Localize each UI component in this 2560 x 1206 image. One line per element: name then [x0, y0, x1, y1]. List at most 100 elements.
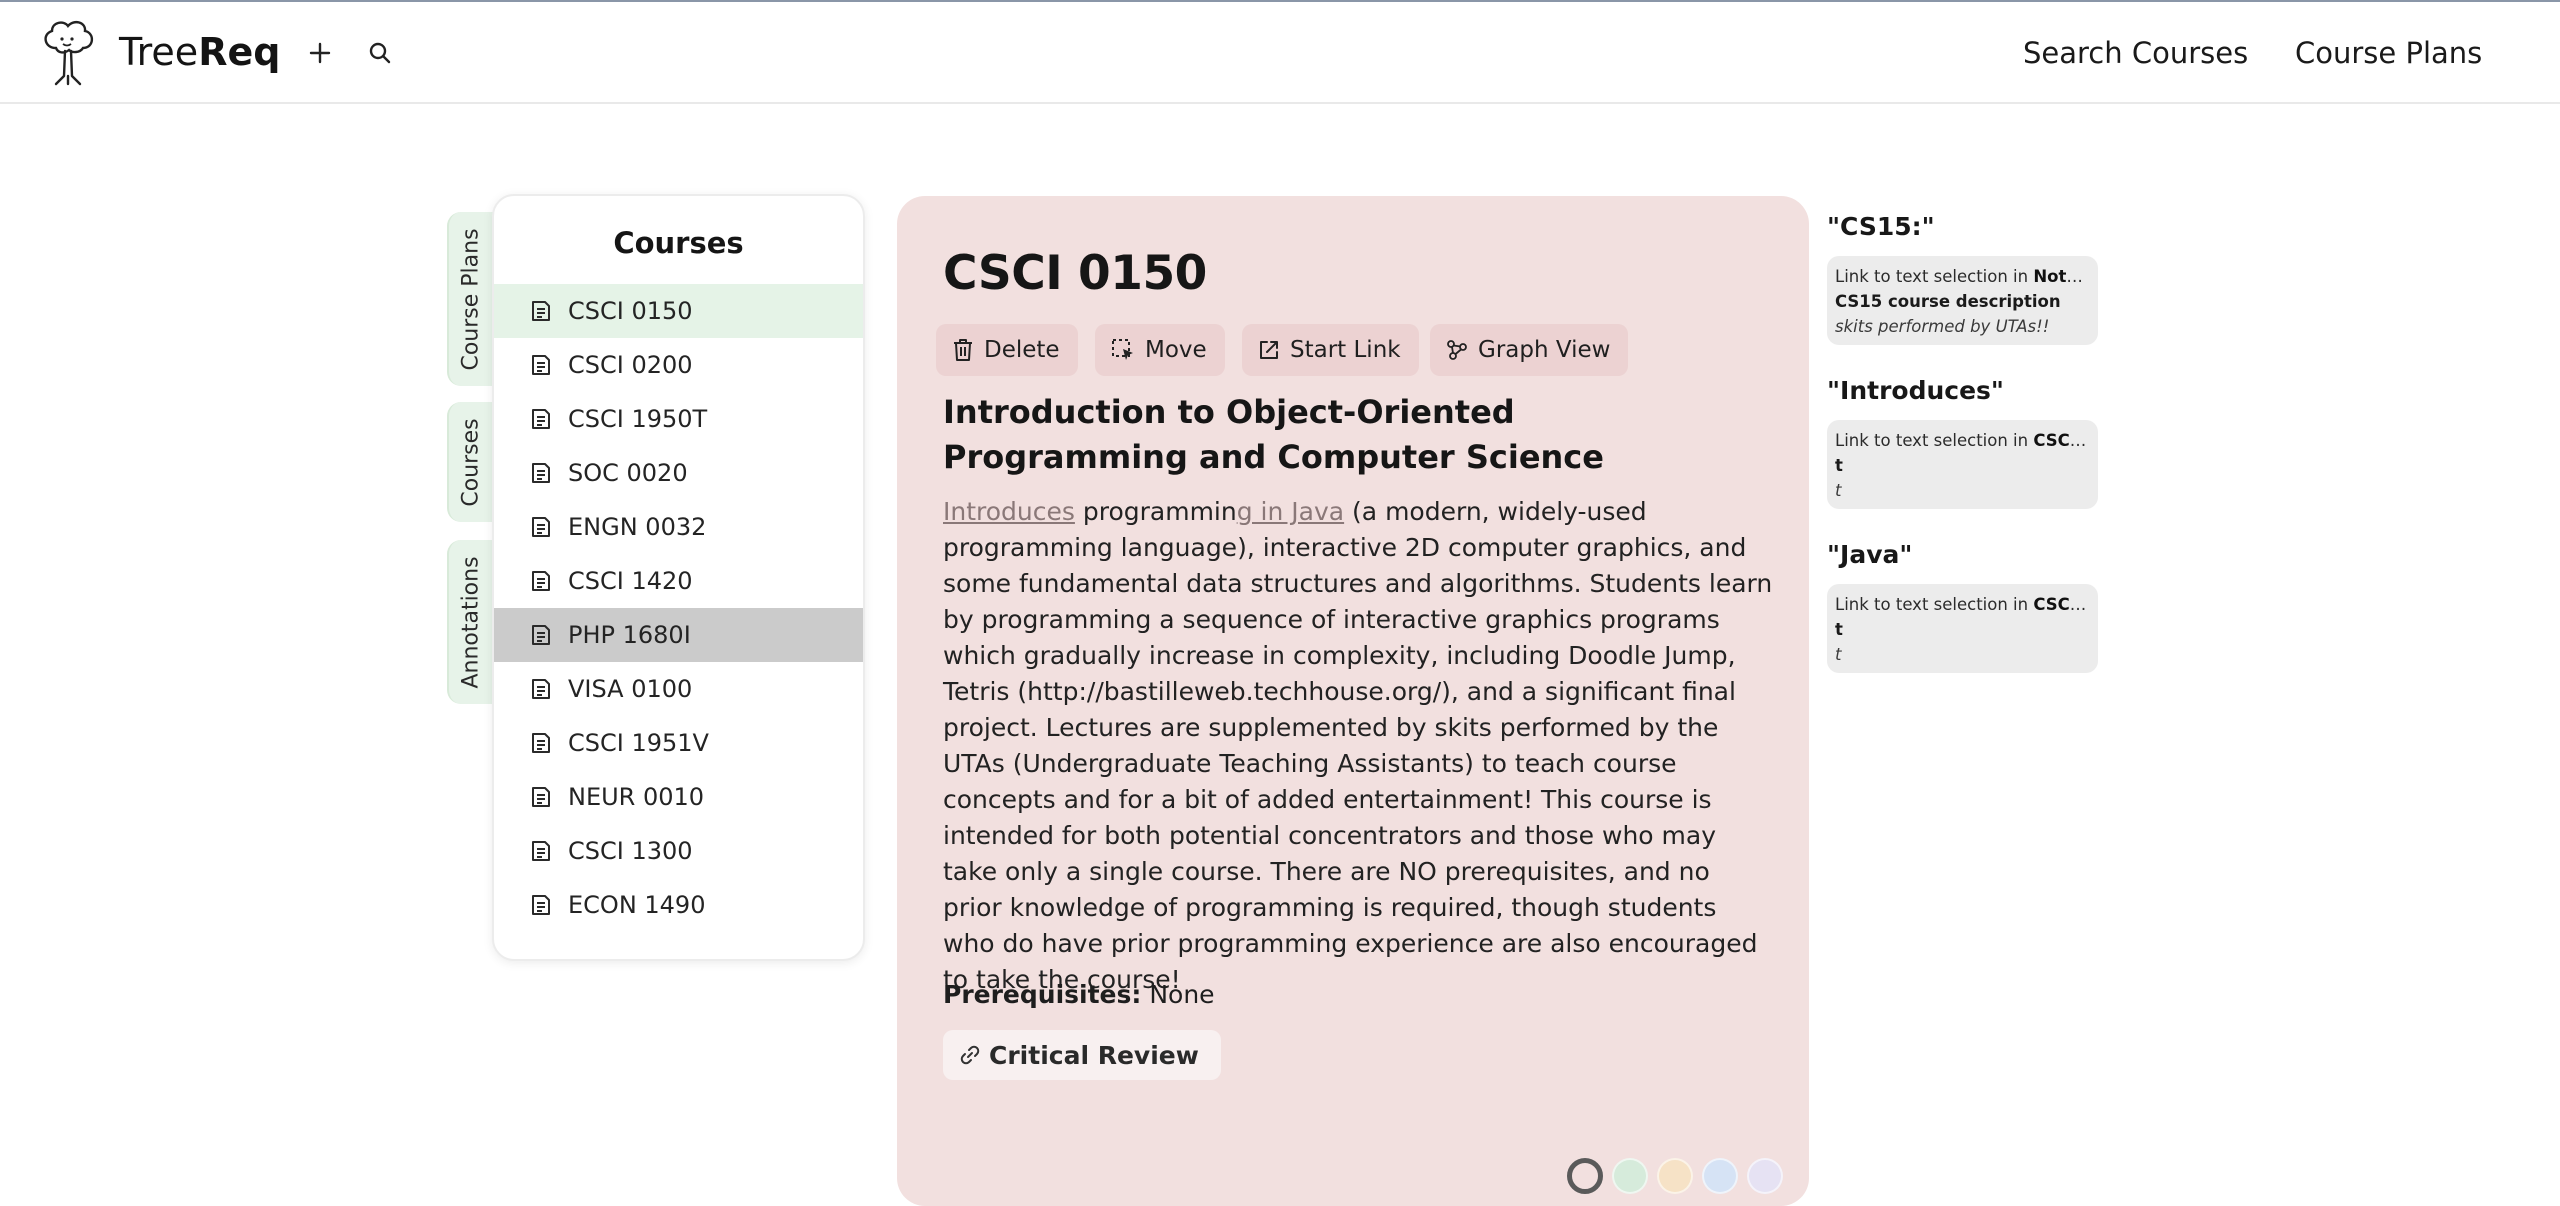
trash-icon [954, 339, 972, 361]
annotation-title: "Java" [1827, 540, 1913, 569]
document-icon [532, 517, 550, 537]
annotation-link-text: Link to text selection in Notes ... [1835, 264, 2090, 289]
add-button[interactable] [300, 33, 340, 73]
tab-course-plans[interactable]: Course Plans [447, 212, 493, 386]
course-card: CSCI 0150 Delete Move Start Link Graph V… [897, 196, 1809, 1206]
course-list-item-label: VISA 0100 [568, 675, 693, 703]
annotation-link-card[interactable]: Link to text selection in Notes ... CS15 … [1827, 256, 2098, 345]
graph-view-button[interactable]: Graph View [1430, 324, 1629, 376]
app-brand[interactable]: TreeReq [119, 28, 280, 76]
prerequisites: Prerequisites: None [943, 980, 1215, 1009]
tab-course-plans-label: Course Plans [458, 227, 484, 371]
document-icon [532, 463, 550, 483]
search-button[interactable] [360, 33, 400, 73]
document-icon [532, 841, 550, 861]
search-icon [369, 42, 391, 64]
nav-course-plans[interactable]: Course Plans [2295, 34, 2482, 72]
annotation-italic-text: skits performed by UTAs!! [1835, 317, 2050, 336]
courses-sidebar: Courses CSCI 0150 CSCI 0200 CSCI 1950T SOC … [492, 194, 865, 961]
annotation-italic-text: t [1835, 481, 1842, 500]
annotation-prefix: Link to text selection in [1835, 431, 2034, 450]
annotation-bold-text: t [1835, 456, 1843, 475]
start-link-button[interactable]: Start Link [1242, 324, 1419, 376]
annotation-title: "CS15:" [1827, 212, 1935, 241]
course-list-item-label: ENGN 0032 [568, 513, 707, 541]
color-swatch[interactable] [1657, 1158, 1693, 1194]
brand-bold: Req [198, 30, 281, 74]
desc-link-java[interactable]: g in Java [1237, 497, 1344, 526]
course-list-item-label: ECON 1490 [568, 891, 706, 919]
move-label: Move [1145, 337, 1207, 363]
course-list-item-label: CSCI 0200 [568, 351, 693, 379]
course-list-item-label: CSCI 1951V [568, 729, 709, 757]
document-icon [532, 733, 550, 753]
course-list-item[interactable]: VISA 0100 [494, 662, 863, 716]
course-list-item[interactable]: SOC 0020 [494, 446, 863, 500]
annotation-target: CSCI ... [2033, 431, 2090, 450]
course-description: Introduces programming in Java (a modern… [943, 494, 1773, 998]
annotation-target: CSCI ... [2033, 595, 2090, 614]
course-list-item[interactable]: CSCI 0150 [494, 284, 863, 338]
course-list-item[interactable]: PHP 1680I [494, 608, 863, 662]
course-code: CSCI 0150 [943, 246, 1207, 301]
course-list-item[interactable]: ENGN 0032 [494, 500, 863, 554]
link-icon [960, 1045, 980, 1065]
course-list-item-label: NEUR 0010 [568, 783, 705, 811]
desc-text-2: (a modern, widely-used programming langu… [943, 497, 1773, 994]
course-list-item[interactable]: ECON 1490 [494, 878, 863, 932]
course-list-item-label: CSCI 0150 [568, 297, 693, 325]
graph-icon [1447, 340, 1467, 360]
top-navbar: TreeReq Search Courses Course Plans [0, 2, 2560, 104]
tab-courses-label: Courses [458, 417, 484, 507]
start-link-label: Start Link [1290, 337, 1401, 363]
annotation-italic-text: t [1835, 645, 1842, 664]
tree-logo-icon[interactable] [38, 18, 98, 86]
course-list-item-label: CSCI 1420 [568, 567, 693, 595]
course-list-item[interactable]: CSCI 1950T [494, 392, 863, 446]
document-icon [532, 625, 550, 645]
course-list-item[interactable]: CSCI 1300 [494, 824, 863, 878]
color-swatch[interactable] [1612, 1158, 1648, 1194]
graph-view-label: Graph View [1478, 337, 1611, 363]
course-list-item[interactable]: CSCI 0200 [494, 338, 863, 392]
annotation-prefix: Link to text selection in [1835, 267, 2034, 286]
tab-courses[interactable]: Courses [447, 402, 493, 522]
annotation-bold-text: CS15 course description [1835, 292, 2061, 311]
annotation-link-card[interactable]: Link to text selection in CSCI ... tt [1827, 420, 2098, 509]
course-list-item[interactable]: NEUR 0010 [494, 770, 863, 824]
course-list-item-label: CSCI 1950T [568, 405, 708, 433]
desc-link-introduces[interactable]: Introduces [943, 497, 1075, 526]
document-icon [532, 571, 550, 591]
plus-icon [309, 42, 331, 64]
nav-search-courses[interactable]: Search Courses [2023, 34, 2248, 72]
color-swatch[interactable] [1567, 1158, 1603, 1194]
delete-label: Delete [984, 337, 1060, 363]
move-button[interactable]: Move [1095, 324, 1225, 376]
course-list-item-label: PHP 1680I [568, 621, 691, 649]
color-swatch[interactable] [1747, 1158, 1783, 1194]
course-list-item[interactable]: CSCI 1420 [494, 554, 863, 608]
document-icon [532, 355, 550, 375]
critical-review-button[interactable]: Critical Review [943, 1030, 1221, 1080]
sidebar-title: Courses [613, 226, 744, 260]
annotation-link-text: Link to text selection in CSCI ... [1835, 592, 2090, 617]
prereq-label: Prerequisites: [943, 980, 1142, 1009]
color-swatch[interactable] [1702, 1158, 1738, 1194]
annotation-link-text: Link to text selection in CSCI ... [1835, 428, 2090, 453]
annotation-title: "Introduces" [1827, 376, 2004, 405]
external-link-icon [1260, 341, 1278, 359]
document-icon [532, 301, 550, 321]
course-list-item-label: CSCI 1300 [568, 837, 693, 865]
document-icon [532, 409, 550, 429]
course-list-item[interactable]: CSCI 1951V [494, 716, 863, 770]
annotation-bold-text: t [1835, 620, 1843, 639]
delete-button[interactable]: Delete [936, 324, 1078, 376]
annotation-link-card[interactable]: Link to text selection in CSCI ... tt [1827, 584, 2098, 673]
tab-annotations-label: Annotations [458, 555, 484, 689]
document-icon [532, 679, 550, 699]
annotation-target: Notes ... [2033, 267, 2090, 286]
course-list: CSCI 0150 CSCI 0200 CSCI 1950T SOC 0020 ENGN… [494, 284, 863, 932]
tab-annotations[interactable]: Annotations [447, 540, 493, 704]
document-icon [532, 787, 550, 807]
annotation-prefix: Link to text selection in [1835, 595, 2034, 614]
